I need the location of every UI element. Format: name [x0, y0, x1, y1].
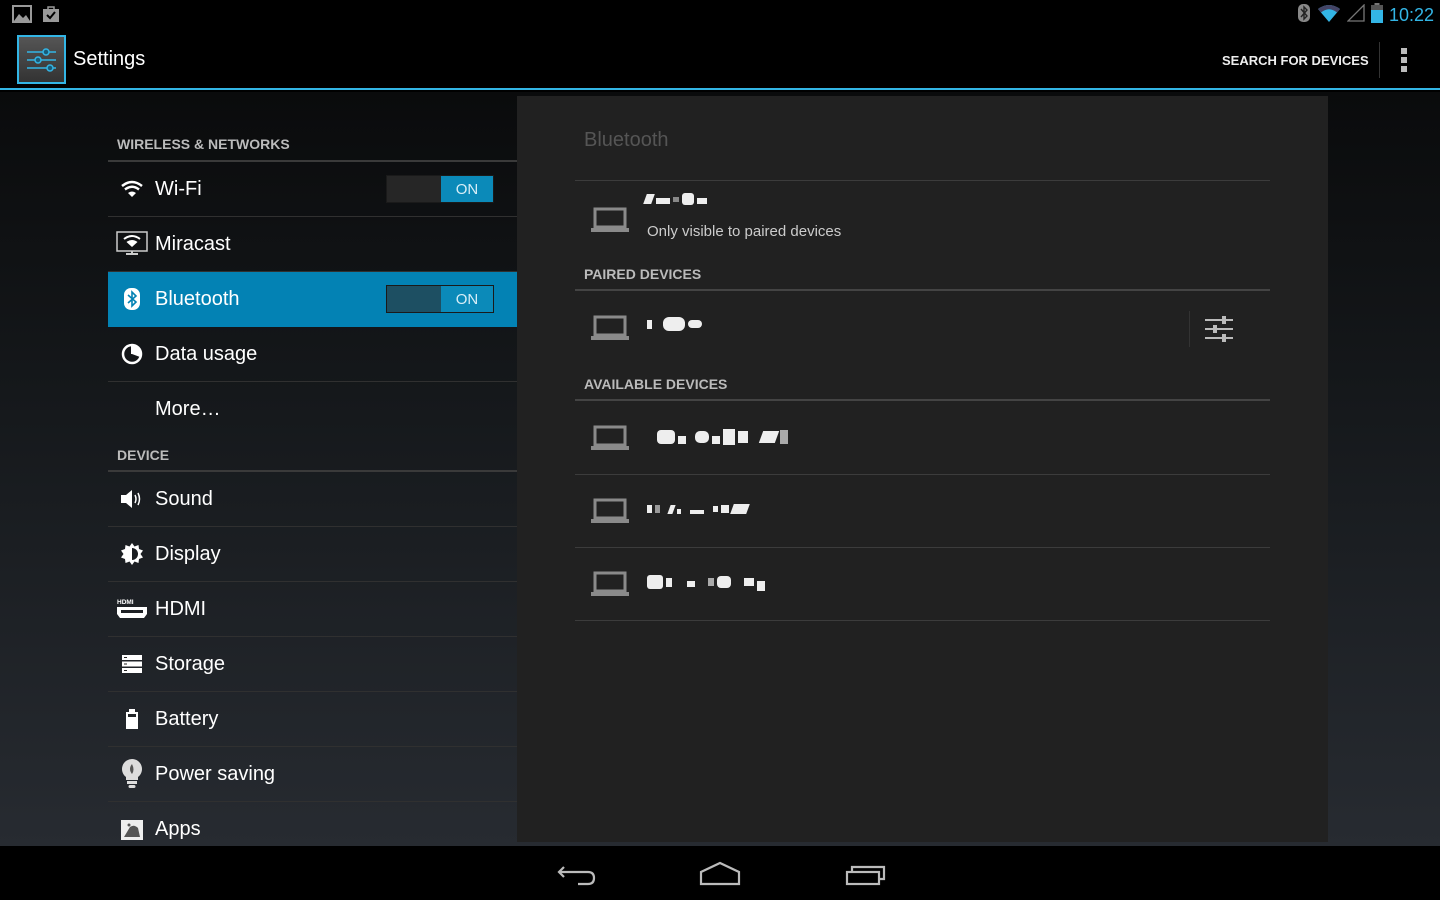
sidebar-item-miracast[interactable]: Miracast	[108, 217, 517, 272]
bluetooth-panel: Bluetooth Only visible to paired devices…	[517, 96, 1328, 842]
laptop-icon	[591, 425, 629, 450]
sidebar-item-display[interactable]: Display	[108, 527, 517, 582]
gallery-icon	[12, 5, 32, 28]
bluetooth-icon	[108, 288, 155, 310]
toggle-on-label: ON	[441, 176, 493, 202]
overflow-menu-icon[interactable]	[1388, 42, 1420, 78]
recent-apps-icon	[845, 865, 886, 886]
sidebar-item-storage[interactable]: Storage	[108, 637, 517, 692]
content-area: WIRELESS & NETWORKS Wi-Fi ON Miracast Bl…	[0, 92, 1440, 846]
sidebar-item-label: Apps	[155, 818, 201, 840]
this-device-name	[643, 193, 707, 205]
paired-devices-header: PAIRED DEVICES	[584, 266, 702, 282]
sidebar-item-label: HDMI	[155, 597, 207, 620]
available-device-row[interactable]	[575, 474, 1270, 546]
paired-device-row[interactable]	[575, 291, 1270, 363]
back-button[interactable]	[552, 858, 600, 888]
data-usage-icon	[108, 343, 155, 365]
laptop-icon	[591, 571, 629, 596]
power-saving-icon	[108, 758, 155, 790]
navigation-bar	[0, 846, 1440, 900]
miracast-icon	[108, 231, 155, 257]
settings-list: WIRELESS & NETWORKS Wi-Fi ON Miracast Bl…	[108, 92, 517, 846]
action-bar: Settings SEARCH FOR DEVICES	[0, 30, 1440, 90]
sidebar-item-label: Bluetooth	[155, 287, 240, 310]
status-bar: 10:22	[0, 0, 1440, 30]
available-devices-header: AVAILABLE DEVICES	[584, 376, 728, 392]
bluetooth-toggle[interactable]: ON	[386, 285, 494, 313]
visibility-status: Only visible to paired devices	[647, 223, 842, 240]
sidebar-item-label: Sound	[155, 487, 213, 510]
available-device-row[interactable]	[575, 401, 1270, 473]
sidebar-item-wifi[interactable]: Wi-Fi ON	[108, 162, 517, 217]
available-device-name	[657, 429, 788, 445]
settings-app-icon[interactable]	[17, 35, 66, 84]
sidebar-item-apps[interactable]: Apps	[108, 802, 517, 846]
settings-separator	[1189, 311, 1190, 347]
laptop-icon	[591, 315, 629, 340]
cell-signal-icon	[1346, 3, 1365, 27]
section-header-wireless: WIRELESS & NETWORKS	[108, 124, 517, 162]
sidebar-item-label: Miracast	[155, 232, 231, 255]
device-settings-icon[interactable]	[1201, 311, 1237, 347]
this-device-row[interactable]: Only visible to paired devices	[575, 181, 1270, 269]
sidebar-item-battery[interactable]: Battery	[108, 692, 517, 747]
clock: 10:22	[1388, 5, 1434, 25]
available-device-row[interactable]	[575, 547, 1270, 619]
sidebar-item-label: Data usage	[155, 342, 258, 365]
sidebar-item-data-usage[interactable]: Data usage	[108, 327, 517, 382]
search-for-devices-button[interactable]: SEARCH FOR DEVICES	[1212, 42, 1380, 78]
bluetooth-icon	[1297, 3, 1311, 28]
sidebar-item-label: Display	[155, 542, 221, 565]
sidebar-item-label: Wi-Fi	[155, 177, 202, 200]
sidebar-item-power-saving[interactable]: Power saving	[108, 747, 517, 802]
apps-icon	[108, 819, 155, 841]
sidebar-item-label: Storage	[155, 652, 226, 675]
home-icon	[699, 861, 741, 886]
store-check-icon	[42, 5, 60, 28]
panel-title: Bluetooth	[584, 129, 669, 151]
battery-icon	[1370, 3, 1383, 28]
sidebar-item-label: Power saving	[155, 762, 276, 785]
toggle-on-label: ON	[441, 286, 493, 312]
hdmi-icon: HDMI	[108, 598, 155, 620]
sidebar-item-hdmi[interactable]: HDMI HDMI	[108, 582, 517, 637]
wifi-toggle[interactable]: ON	[386, 175, 494, 203]
divider	[575, 620, 1270, 621]
sidebar-item-sound[interactable]: Sound	[108, 472, 517, 527]
laptop-icon	[591, 207, 629, 232]
storage-icon	[108, 654, 155, 674]
app-title: Settings	[73, 48, 146, 70]
sidebar-item-label: Battery	[155, 707, 219, 730]
svg-text:HDMI: HDMI	[117, 599, 134, 606]
sidebar-item-bluetooth[interactable]: Bluetooth ON	[108, 272, 517, 327]
home-button[interactable]	[696, 858, 744, 888]
wifi-icon	[1317, 4, 1341, 27]
sidebar-item-label: More…	[155, 398, 221, 420]
recent-apps-button[interactable]	[842, 858, 890, 888]
display-icon	[108, 542, 155, 566]
back-icon	[557, 866, 596, 886]
laptop-icon	[591, 498, 629, 523]
sidebar-item-more[interactable]: More…	[108, 382, 517, 437]
sound-icon	[108, 488, 155, 510]
wifi-icon	[108, 180, 155, 198]
available-device-name	[647, 504, 750, 514]
paired-device-name	[647, 317, 702, 331]
available-device-name	[647, 573, 765, 591]
battery-icon	[108, 708, 155, 730]
section-header-device: DEVICE	[108, 437, 517, 472]
